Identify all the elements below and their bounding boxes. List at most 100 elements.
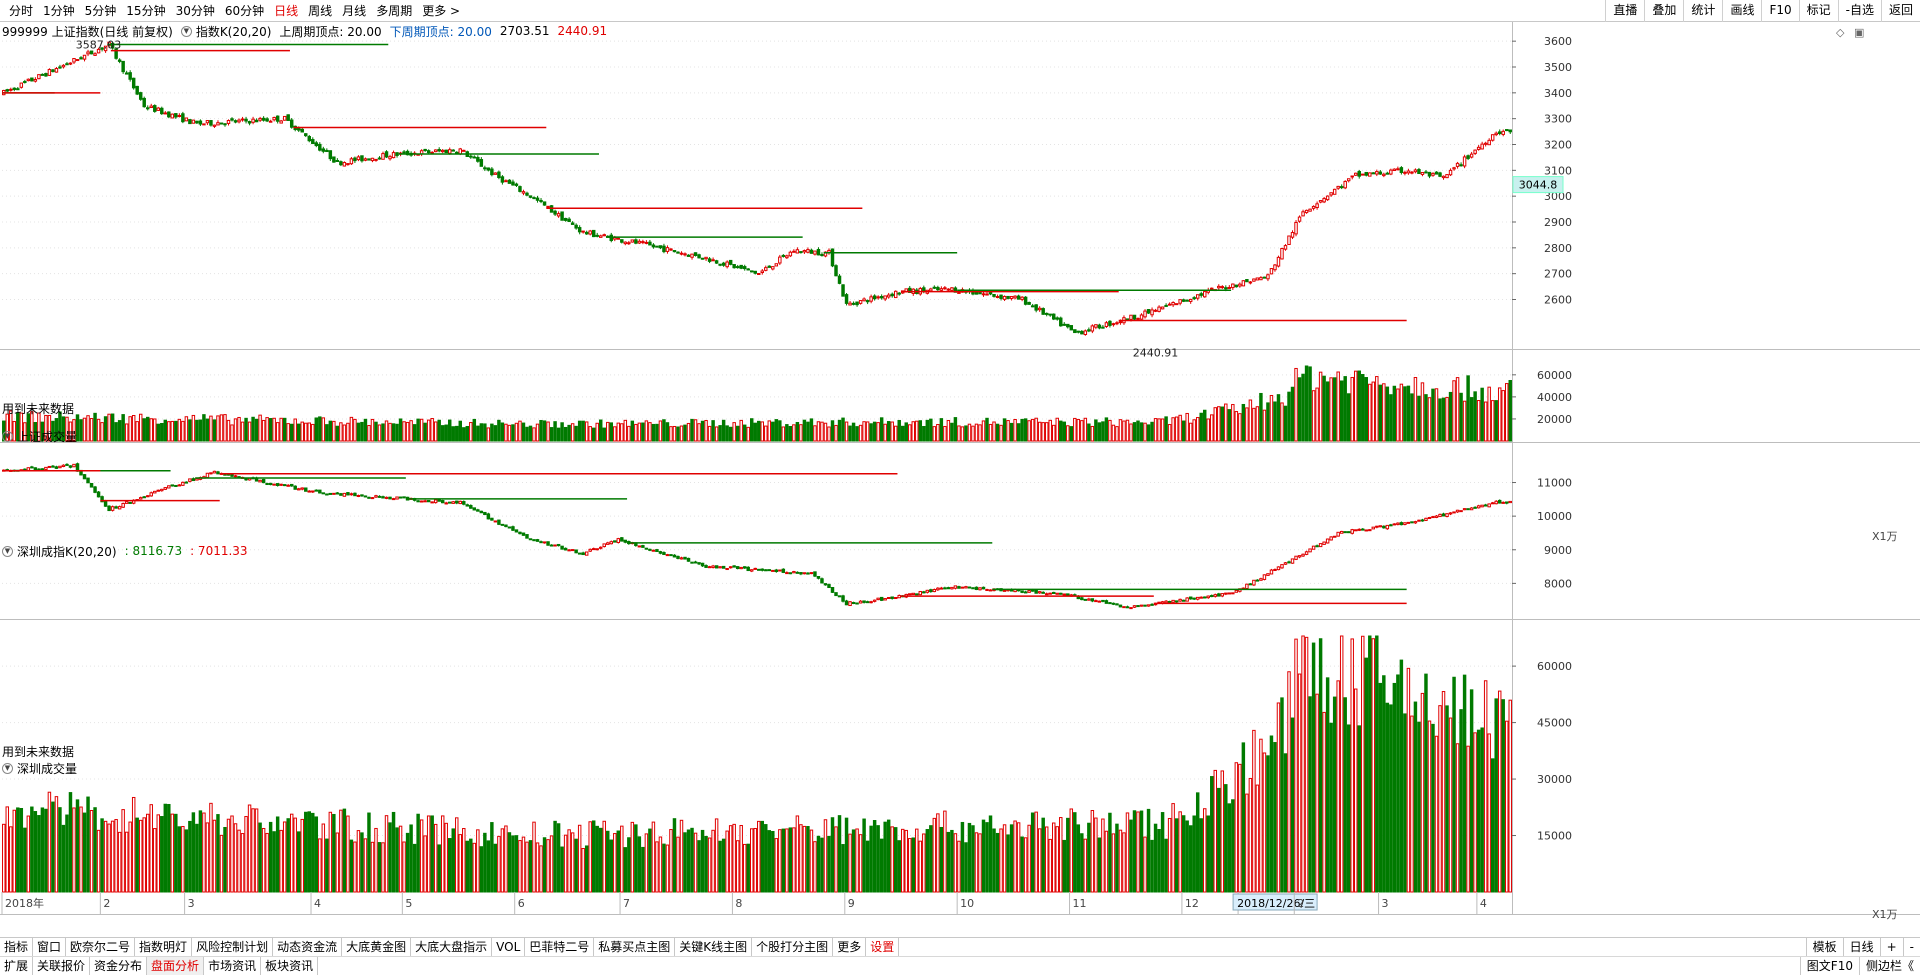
indicator-tab[interactable]: 窗口 <box>33 938 67 956</box>
indicator-tab[interactable]: 大底黄金图 <box>342 938 412 956</box>
vol1-bar <box>1227 409 1232 442</box>
sh-candle <box>641 241 645 244</box>
period-tab[interactable]: 分时 <box>4 0 38 22</box>
vol1-bar <box>160 422 164 442</box>
sh-candle <box>72 58 76 63</box>
sz-candle <box>1020 590 1024 593</box>
vol1-bar <box>532 427 536 442</box>
sh-candle <box>1083 330 1088 336</box>
vol2-bar <box>504 825 508 893</box>
tool-button[interactable]: -自选 <box>1837 0 1881 22</box>
sz-candle <box>971 587 975 590</box>
period-tab[interactable]: 日线 <box>269 0 303 22</box>
sz-candle <box>1136 605 1140 608</box>
template-control[interactable]: - <box>1902 938 1920 957</box>
template-control[interactable]: 日线 <box>1842 938 1880 957</box>
vol2-bar <box>851 829 856 893</box>
indicator-tab[interactable]: 欧奈尔二号 <box>66 938 136 956</box>
period-tab[interactable]: 1分钟 <box>38 0 80 22</box>
extension-tab[interactable]: 扩展 <box>0 957 34 975</box>
tool-button[interactable]: 叠加 <box>1644 0 1683 22</box>
vol2-bar <box>886 819 891 893</box>
indicator-tab[interactable]: 动态资金流 <box>273 938 343 956</box>
vol1-bar <box>672 425 677 442</box>
period-tab[interactable]: 周线 <box>303 0 337 22</box>
indicator-tab[interactable]: 更多 <box>833 938 867 956</box>
period-tab[interactable]: 15分钟 <box>121 0 170 22</box>
vol1-bar <box>1195 417 1200 442</box>
vol2-bar <box>757 820 761 893</box>
tool-button[interactable]: 画线 <box>1722 0 1761 22</box>
extension-tab[interactable]: 板块资讯 <box>261 957 319 975</box>
indicator-tab[interactable]: VOL <box>492 938 526 956</box>
template-control[interactable]: 模板 <box>1805 938 1843 957</box>
vol1-bar <box>549 427 554 442</box>
vol1-bar <box>929 418 933 442</box>
sz-title[interactable]: 深圳成指K(20,20) <box>17 543 117 560</box>
vol1-bar <box>325 424 329 442</box>
period-tab[interactable]: 30分钟 <box>171 0 220 22</box>
indicator-tab[interactable]: 个股打分主图 <box>752 938 834 956</box>
vol2-bar <box>528 840 533 893</box>
sh-candle <box>455 151 459 154</box>
vol2-bar <box>1283 753 1288 893</box>
sh-candle <box>1150 309 1154 316</box>
vol1-bar <box>658 420 663 442</box>
vol2-bar <box>40 807 45 893</box>
sz-candle <box>353 492 357 497</box>
vol2-bar <box>209 802 213 893</box>
side-control[interactable]: 侧边栏《 <box>1858 957 1920 975</box>
sz-candle <box>1255 579 1260 582</box>
extension-tab[interactable]: 关联报价 <box>33 957 91 975</box>
vol2-title[interactable]: 深圳成交量 <box>17 760 77 777</box>
template-control[interactable]: + <box>1879 938 1903 957</box>
main-indicator[interactable]: 指数K(20,20) <box>196 23 272 40</box>
tool-button[interactable]: 返回 <box>1880 0 1920 22</box>
indicator-tab[interactable]: 设置 <box>866 938 900 956</box>
vol1-title[interactable]: 上证成交量 <box>17 428 77 445</box>
vol2-bar <box>893 827 898 893</box>
sz-candle <box>1410 521 1414 524</box>
chart-area[interactable]: 2600270028002900300031003200330034003500… <box>0 22 1920 937</box>
indicator-tab[interactable]: 关键K线主图 <box>675 938 753 956</box>
vol2-bar <box>286 818 290 893</box>
extension-tab[interactable]: 资金分布 <box>90 957 148 975</box>
sh-candle <box>995 296 1000 299</box>
window-icon[interactable]: ▣ <box>1854 26 1864 39</box>
panel-collapse-icon[interactable]: ▼ <box>2 430 13 442</box>
indicator-tab[interactable]: 风险控制计划 <box>192 938 274 956</box>
vol1-bar <box>219 414 224 442</box>
vol2-bar <box>1111 833 1116 893</box>
sz-candle <box>167 485 171 489</box>
period-tab[interactable]: 60分钟 <box>220 0 269 22</box>
sz-candle <box>750 569 754 572</box>
diamond-icon[interactable]: ◇ <box>1836 26 1844 39</box>
vol1-bar <box>153 418 157 442</box>
tool-button[interactable]: 统计 <box>1683 0 1722 22</box>
panel-collapse-icon[interactable]: ▼ <box>2 545 13 557</box>
indicator-tab[interactable]: 私募买点主图 <box>594 938 676 956</box>
vol2-bar <box>416 813 420 893</box>
period-tab[interactable]: 更多 > <box>417 0 465 22</box>
vol2-bar <box>1273 742 1277 893</box>
sz-candle <box>1368 529 1372 532</box>
panel-collapse-icon[interactable]: ▼ <box>2 762 13 774</box>
indicator-tab[interactable]: 指标 <box>0 938 34 956</box>
tool-button[interactable]: F10 <box>1761 0 1798 22</box>
vol1-bar <box>613 426 617 442</box>
period-tab[interactable]: 月线 <box>337 0 371 22</box>
extension-tab[interactable]: 市场资讯 <box>204 957 262 975</box>
indicator-tab[interactable]: 巴菲特二号 <box>525 938 595 956</box>
period-tab[interactable]: 5分钟 <box>80 0 122 22</box>
period-tab[interactable]: 多周期 <box>371 0 417 22</box>
vol2-bar <box>493 843 498 893</box>
panel-collapse-icon[interactable]: ▼ <box>180 25 192 37</box>
side-control[interactable]: 图文F10 <box>1799 957 1859 975</box>
extension-tab[interactable]: 盘面分析 <box>147 957 205 975</box>
tool-button[interactable]: 直播 <box>1605 0 1644 22</box>
vol2-bar <box>1139 810 1144 893</box>
vol2-bar <box>1146 808 1151 893</box>
indicator-tab[interactable]: 指数明灯 <box>135 938 193 956</box>
indicator-tab[interactable]: 大底大盘指示 <box>411 938 493 956</box>
tool-button[interactable]: 标记 <box>1798 0 1838 22</box>
